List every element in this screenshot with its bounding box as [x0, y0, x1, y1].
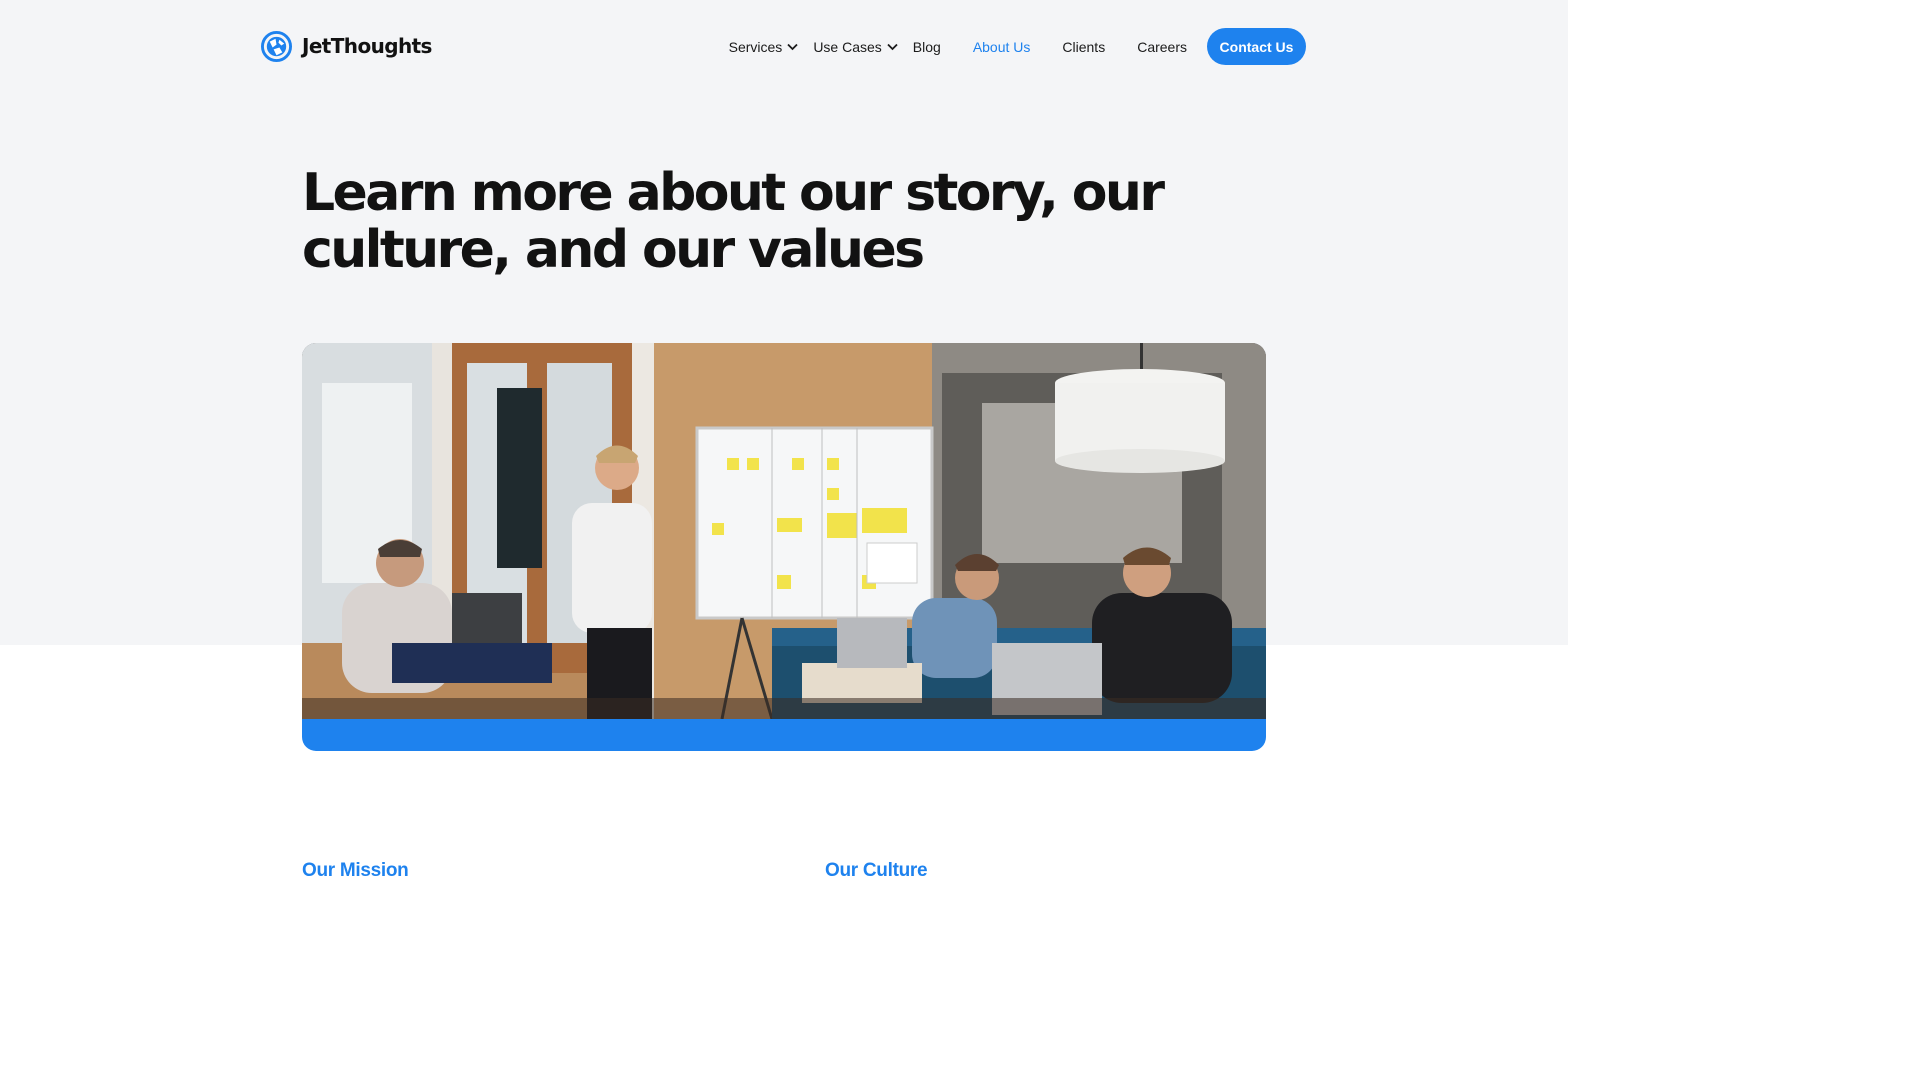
logo-text: JetThoughts — [302, 34, 432, 58]
team-meeting-photo — [302, 343, 1266, 719]
main-nav: Services Use Cases Blog About Us Clients… — [729, 28, 1306, 65]
contact-us-button[interactable]: Contact Us — [1207, 28, 1306, 65]
nav-blog[interactable]: Blog — [913, 39, 941, 55]
logo[interactable]: JetThoughts — [261, 30, 432, 62]
nav-services-label: Services — [728, 38, 783, 55]
nav-careers[interactable]: Careers — [1137, 39, 1187, 55]
our-mission-heading: Our Mission — [302, 860, 409, 881]
chevron-down-icon — [887, 43, 898, 50]
nav-clients[interactable]: Clients — [1062, 39, 1105, 55]
hero-title: Learn more about our story, our culture,… — [302, 163, 1165, 280]
nav-about-us[interactable]: About Us — [973, 39, 1031, 55]
nav-use-cases-label: Use Cases — [813, 38, 882, 55]
team-photo-card — [302, 343, 1266, 751]
nav-services[interactable]: Services — [729, 39, 799, 55]
site-header: JetThoughts Services Use Cases Blog Abou… — [0, 0, 1568, 92]
nav-use-cases[interactable]: Use Cases — [813, 38, 898, 55]
globe-logo-icon — [261, 30, 292, 62]
our-culture-heading: Our Culture — [825, 860, 928, 881]
chevron-down-icon — [787, 43, 798, 50]
